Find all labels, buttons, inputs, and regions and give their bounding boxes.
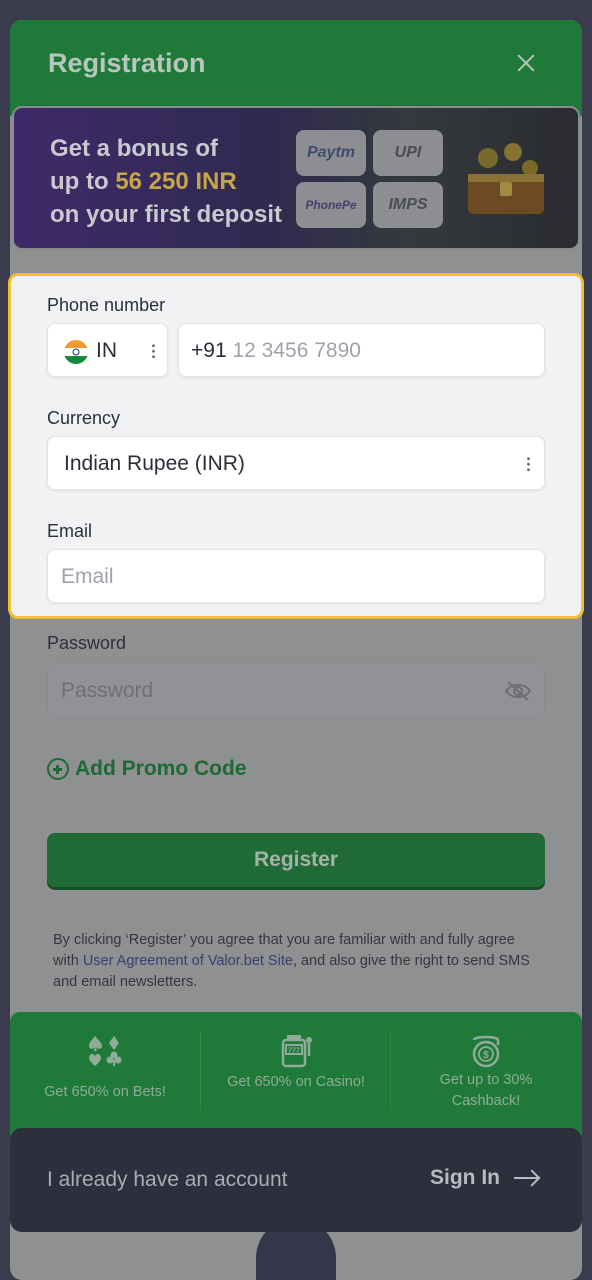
modal-title: Registration [48,48,206,78]
phonepe-logo: PhonePe [296,182,366,228]
password-label: Password [47,633,127,653]
eye-off-icon[interactable] [504,679,532,703]
svg-text:$: $ [483,1050,489,1061]
bonus-amount: 56 250 INR [115,168,237,195]
password-placeholder: Password [61,679,154,702]
currency-value: Indian Rupee (INR) [64,452,245,475]
bonus-banner[interactable]: Get a bonus of up to 56 250 INR on your … [12,106,580,250]
country-code-select[interactable]: IN [47,323,168,377]
india-flag-icon [64,340,88,364]
register-button[interactable]: Register [47,833,545,887]
cards-suits-icon [89,1036,122,1066]
sign-in-button[interactable]: Sign In [430,1166,538,1190]
feature-bets-text: Get 650% on Bets! [44,1084,166,1100]
feature-cashback: $ Get up to 30% Cashback! [391,1012,581,1132]
arrow-right-icon [514,1177,538,1179]
already-have-account-text: I already have an account [47,1168,288,1191]
feature-cashback-text: Get up to 30% Cashback! [439,1072,533,1109]
cashback-coin-icon: $ [472,1035,500,1068]
phone-input[interactable]: +91 12 3456 7890 [178,323,545,377]
kebab-menu-icon [527,456,530,472]
email-label: Email [47,521,93,541]
feature-bets: Get 650% on Bets! [10,1012,200,1132]
bonus-text: Get a bonus of up to 56 250 INR on your … [50,132,282,231]
currency-select[interactable]: Indian Rupee (INR) [47,436,545,490]
feature-casino-text: Get 650% on Casino! [227,1074,365,1090]
bonus-line-1: Get a bonus of [50,135,218,162]
imps-logo: IMPS [373,182,443,228]
treasure-chest-icon [468,143,544,214]
modal-header: Registration [10,20,582,116]
password-field[interactable]: Password [47,663,545,717]
currency-label: Currency [47,408,121,428]
kebab-menu-icon [152,343,155,359]
email-placeholder: Email [61,565,114,588]
country-code: IN [96,339,117,362]
phone-label: Phone number [47,295,166,315]
phone-value: +91 12 3456 7890 [191,339,361,363]
bonus-line-2: up to 56 250 INR [50,168,237,195]
feature-casino: 777 Get 650% on Casino! [201,1012,391,1132]
svg-text:777: 777 [288,1048,300,1055]
email-input[interactable]: Email [47,549,545,603]
bonus-line-3: on your first deposit [50,201,283,228]
sign-in-bar: I already have an account Sign In [10,1128,582,1232]
user-agreement-link[interactable]: User Agreement of Valor.bet Site [83,953,293,969]
phone-placeholder: 12 3456 7890 [232,339,361,362]
promo-label: Add Promo Code [75,757,247,780]
sign-in-label: Sign In [430,1166,500,1189]
close-icon[interactable] [512,50,540,78]
phone-prefix: +91 [191,339,227,362]
upi-logo: UPI [373,130,443,176]
highlighted-form-section: Phone number IN +91 12 3456 7890 Currenc… [8,273,584,619]
plus-circle-icon [47,758,69,780]
paytm-logo: Paytm [296,130,366,176]
add-promo-code-button[interactable]: Add Promo Code [47,757,247,781]
terms-text: By clicking ‘Register’ you agree that yo… [53,932,530,990]
registration-modal: Registration Get a bonus of up to 56 250… [10,20,582,1280]
slot-machine-icon: 777 [281,1035,312,1068]
